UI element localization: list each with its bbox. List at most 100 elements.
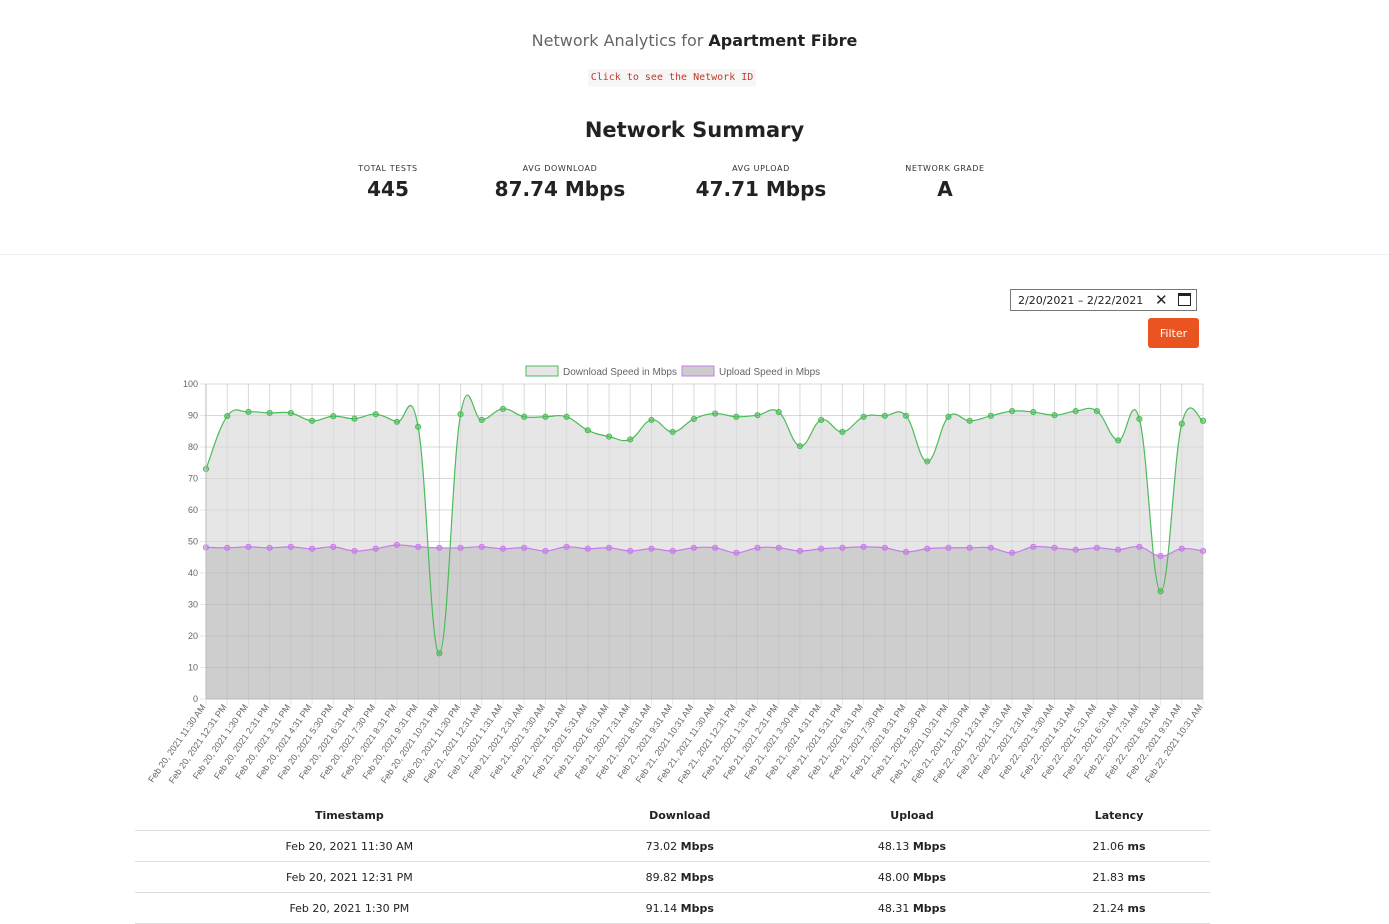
data-point	[499, 545, 507, 552]
data-point	[372, 411, 379, 418]
calendar-icon[interactable]	[1178, 293, 1191, 306]
data-point	[436, 544, 443, 551]
download-value: 91.14	[645, 901, 678, 915]
data-point	[924, 458, 931, 465]
stat-label: TOTAL TESTS	[358, 164, 418, 173]
data-point	[669, 428, 676, 435]
network-name: Apartment Fibre	[708, 31, 858, 50]
data-point	[563, 413, 570, 420]
data-point	[945, 413, 952, 420]
column-header-timestamp[interactable]: Timestamp	[135, 800, 564, 831]
column-header-latency[interactable]: Latency	[1028, 800, 1210, 831]
cell-latency: 21.83 ms	[1028, 861, 1210, 893]
date-range-value[interactable]: 2/20/2021 – 2/22/2021	[1018, 294, 1143, 307]
data-point	[754, 544, 761, 551]
data-point	[1008, 549, 1016, 556]
column-header-upload[interactable]: Upload	[795, 800, 1029, 831]
data-point	[224, 544, 231, 551]
data-point	[245, 543, 252, 550]
stat-label: NETWORK GRADE	[905, 164, 985, 173]
column-header-download[interactable]: Download	[563, 800, 796, 831]
y-tick-label: 10	[188, 663, 198, 673]
data-point	[796, 547, 804, 555]
y-tick-label: 50	[188, 537, 198, 547]
stat-avg-upload: AVG UPLOAD 47.71 Mbps	[661, 164, 861, 201]
data-point	[796, 442, 804, 450]
data-point	[351, 547, 358, 555]
data-point	[733, 413, 740, 420]
table-row: Feb 20, 2021 11:30 AM 73.02 Mbps 48.13 M…	[135, 830, 1210, 862]
unit: Mbps	[912, 870, 947, 884]
cell-latency: 21.06 ms	[1028, 830, 1210, 862]
data-point	[351, 415, 358, 422]
data-point	[1115, 546, 1122, 553]
data-point	[818, 416, 825, 424]
cell-timestamp: Feb 20, 2021 12:31 PM	[135, 861, 564, 893]
stat-label: AVG UPLOAD	[732, 164, 790, 173]
data-point	[881, 544, 888, 551]
data-point	[690, 544, 697, 551]
data-point	[1157, 552, 1164, 560]
data-point	[415, 423, 422, 430]
data-point	[478, 416, 485, 424]
upload-value: 48.13	[877, 839, 910, 853]
data-point	[924, 545, 931, 552]
unit: ms	[1127, 870, 1146, 884]
data-point	[393, 418, 401, 425]
legend-label: Download Speed in Mbps	[563, 367, 677, 378]
cell-timestamp: Feb 20, 2021 11:30 AM	[135, 830, 564, 862]
legend-swatch	[681, 365, 715, 377]
data-point	[308, 545, 316, 552]
cell-download: 91.14 Mbps	[563, 892, 796, 924]
data-point	[648, 545, 655, 552]
cell-latency: 21.24 ms	[1028, 892, 1210, 924]
data-point	[987, 544, 994, 551]
unit: Mbps	[912, 839, 947, 853]
data-point	[1051, 544, 1058, 551]
data-point	[1115, 437, 1122, 444]
date-range-picker[interactable]: 2/20/2021 – 2/22/2021 ✕	[1010, 289, 1197, 311]
data-point	[712, 410, 719, 417]
data-point	[1136, 415, 1143, 423]
data-point	[372, 545, 379, 552]
close-icon[interactable]: ✕	[1155, 291, 1168, 309]
filter-button[interactable]: Filter	[1148, 318, 1199, 348]
page-title: Network Analytics for Apartment Fibre	[0, 31, 1389, 50]
cell-upload: 48.00 Mbps	[795, 861, 1029, 893]
data-point	[966, 417, 973, 424]
data-point	[457, 544, 464, 551]
table-header-row: Timestamp Download Upload Latency	[135, 800, 1210, 831]
data-point	[605, 544, 613, 551]
latency-value: 21.06	[1092, 839, 1125, 853]
table-row: Feb 20, 2021 12:31 PM 89.82 Mbps 48.00 M…	[135, 861, 1210, 893]
data-point	[521, 413, 528, 420]
stat-value: 47.71 Mbps	[695, 177, 827, 201]
network-id-link[interactable]: Click to see the Network ID	[588, 69, 756, 87]
cell-upload: 48.31 Mbps	[795, 892, 1029, 924]
cell-timestamp: Feb 20, 2021 1:30 PM	[135, 892, 564, 924]
latency-value: 21.83	[1092, 870, 1125, 884]
legend-swatch	[525, 365, 559, 377]
download-value: 89.82	[645, 870, 678, 884]
data-point	[1051, 412, 1058, 419]
data-point	[287, 409, 294, 417]
data-point	[627, 547, 634, 555]
legend-label: Upload Speed in Mbps	[719, 367, 820, 378]
data-point	[1178, 545, 1185, 552]
data-point	[1178, 420, 1185, 427]
data-point	[860, 543, 867, 550]
data-point	[1030, 543, 1037, 550]
data-point	[436, 650, 443, 657]
unit: ms	[1127, 901, 1146, 915]
data-point	[393, 541, 401, 549]
data-point	[245, 408, 252, 416]
data-point	[712, 544, 719, 551]
data-point	[457, 411, 464, 418]
data-point	[1030, 408, 1037, 416]
series-area	[206, 544, 1203, 699]
data-point	[415, 543, 422, 550]
data-point	[627, 436, 634, 443]
data-point	[330, 543, 337, 550]
data-point	[1093, 544, 1101, 551]
unit: Mbps	[912, 901, 947, 915]
